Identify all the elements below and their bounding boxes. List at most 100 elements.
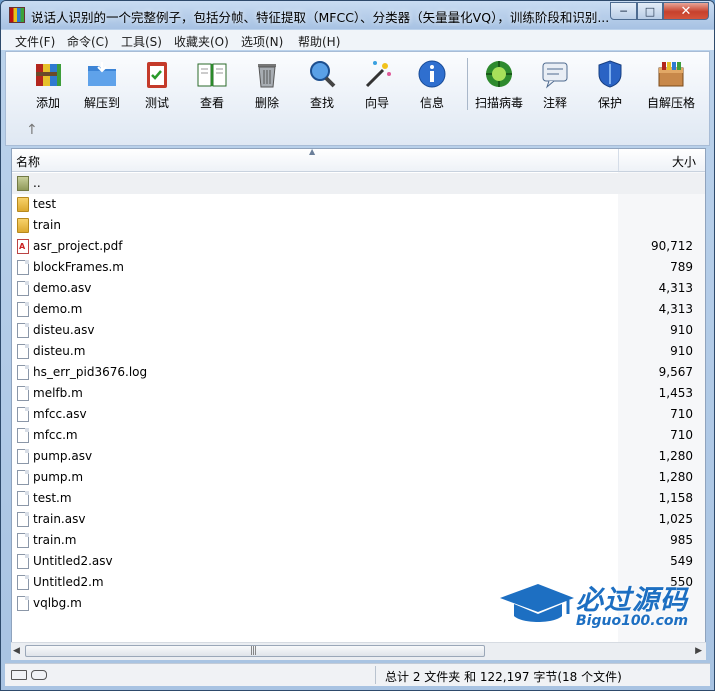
- list-item-file[interactable]: Untitled2.asv 549: [12, 551, 705, 572]
- sfx-box-icon: [658, 62, 684, 87]
- toolbar: 添加 解压到 测试 查看 删除 查找 向导 信息 扫描病毒 注释 保护 自解压格…: [5, 51, 710, 146]
- toolbar-separator: [467, 58, 468, 110]
- winrar-app-icon[interactable]: [9, 7, 25, 23]
- minimize-button[interactable]: ─: [610, 2, 637, 20]
- list-item-file[interactable]: demo.m 4,313: [12, 299, 705, 320]
- status-text: 总计 2 文件夹 和 122,197 字节(18 个文件): [385, 670, 622, 684]
- menu-file[interactable]: 文件(F): [15, 33, 55, 50]
- trash-icon: [258, 64, 276, 88]
- file-icon: [17, 260, 29, 275]
- sfx-button[interactable]: 自解压格: [639, 56, 703, 114]
- file-icon: [17, 428, 29, 443]
- up-folder-arrow-icon[interactable]: ↑: [26, 122, 38, 138]
- list-item-parent[interactable]: ..: [12, 173, 705, 194]
- graduation-cap-icon: [500, 584, 574, 622]
- wizard-button[interactable]: 向导: [349, 56, 405, 114]
- watermark-title: 必过源码: [576, 585, 688, 616]
- clipboard-check-icon: [147, 62, 167, 88]
- column-header-row: 名称 ▲ 大小: [12, 149, 705, 172]
- file-icon: [17, 323, 29, 338]
- add-archive-icon: [36, 64, 61, 86]
- menu-tools[interactable]: 工具(S): [121, 33, 162, 50]
- file-icon: [17, 575, 29, 590]
- file-icon: [17, 512, 29, 527]
- list-item-folder[interactable]: train: [12, 215, 705, 236]
- title-bar: 说话人识别的一个完整例子，包括分帧、特征提取（MFCC）、分类器（矢量量化VQ）…: [1, 1, 714, 29]
- file-icon: [17, 365, 29, 380]
- info-icon: [418, 60, 446, 88]
- status-bar: 总计 2 文件夹 和 122,197 字节(18 个文件): [5, 663, 710, 686]
- magnifier-icon: [310, 61, 336, 88]
- sort-ascending-icon: ▲: [309, 148, 316, 156]
- column-name-header[interactable]: 名称: [16, 153, 40, 170]
- shield-icon: [598, 60, 622, 88]
- list-item-file[interactable]: pump.m 1,280: [12, 467, 705, 488]
- info-button[interactable]: 信息: [404, 56, 460, 114]
- list-item-file[interactable]: hs_err_pid3676.log 9,567: [12, 362, 705, 383]
- file-icon: [17, 281, 29, 296]
- view-button[interactable]: 查看: [184, 56, 240, 114]
- menu-commands[interactable]: 命令(C): [67, 33, 109, 50]
- file-icon: [17, 407, 29, 422]
- close-button[interactable]: ✕: [663, 2, 709, 20]
- comment-icon: [542, 62, 568, 89]
- list-item-file[interactable]: A asr_project.pdf 90,712: [12, 236, 705, 257]
- folder-icon: [17, 197, 29, 212]
- key-icon[interactable]: [31, 670, 47, 680]
- file-icon: [17, 596, 29, 611]
- add-button[interactable]: 添加: [20, 56, 76, 114]
- open-book-icon: [197, 63, 227, 87]
- list-item-file[interactable]: test.m 1,158: [12, 488, 705, 509]
- parent-folder-icon: [17, 176, 29, 191]
- list-item-file[interactable]: disteu.m 910: [12, 341, 705, 362]
- menu-help[interactable]: 帮助(H): [298, 33, 340, 50]
- comment-button[interactable]: 注释: [527, 56, 583, 114]
- folder-extract-icon: [88, 62, 116, 86]
- scroll-left-arrow-icon[interactable]: ◀: [13, 646, 20, 656]
- pdf-file-icon: A: [17, 239, 29, 254]
- list-item-file[interactable]: train.asv 1,025: [12, 509, 705, 530]
- protect-button[interactable]: 保护: [582, 56, 638, 114]
- watermark-logo: 必过源码 Biguo100.com: [496, 576, 706, 636]
- file-icon: [17, 554, 29, 569]
- menu-favorites[interactable]: 收藏夹(O): [174, 33, 229, 50]
- maximize-button[interactable]: □: [637, 2, 663, 20]
- test-button[interactable]: 测试: [129, 56, 185, 114]
- file-icon: [17, 449, 29, 464]
- watermark-subtitle: Biguo100.com: [576, 613, 689, 629]
- status-separator: [375, 666, 376, 684]
- file-icon: [17, 386, 29, 401]
- window-title: 说话人识别的一个完整例子，包括分帧、特征提取（MFCC）、分类器（矢量量化VQ）…: [31, 10, 610, 25]
- list-item-file[interactable]: mfcc.asv 710: [12, 404, 705, 425]
- horizontal-scrollbar[interactable]: ◀ ||| ▶: [11, 642, 706, 660]
- list-item-file[interactable]: disteu.asv 910: [12, 320, 705, 341]
- file-icon: [17, 470, 29, 485]
- grip-icon: |||: [250, 646, 257, 656]
- extract-to-button[interactable]: 解压到: [74, 56, 130, 114]
- file-icon: [17, 491, 29, 506]
- menu-options[interactable]: 选项(N): [241, 33, 283, 50]
- list-item-file[interactable]: mfcc.m 710: [12, 425, 705, 446]
- status-icons: [11, 669, 47, 683]
- drive-icon[interactable]: [11, 670, 27, 680]
- column-size-header[interactable]: 大小: [618, 149, 705, 171]
- winrar-window: 说话人识别的一个完整例子，包括分帧、特征提取（MFCC）、分类器（矢量量化VQ）…: [0, 0, 715, 691]
- find-button[interactable]: 查找: [294, 56, 350, 114]
- list-item-file[interactable]: blockFrames.m 789: [12, 257, 705, 278]
- list-item-file[interactable]: train.m 985: [12, 530, 705, 551]
- list-item-file[interactable]: pump.asv 1,280: [12, 446, 705, 467]
- file-icon: [17, 344, 29, 359]
- scroll-right-arrow-icon[interactable]: ▶: [695, 646, 702, 656]
- scrollbar-thumb[interactable]: |||: [25, 645, 485, 657]
- delete-button[interactable]: 删除: [239, 56, 295, 114]
- menu-bar: 文件(F) 命令(C) 工具(S) 收藏夹(O) 选项(N) 帮助(H): [1, 30, 714, 50]
- folder-icon: [17, 218, 29, 233]
- magic-wand-icon: [365, 61, 391, 88]
- file-icon: [17, 533, 29, 548]
- file-icon: [17, 302, 29, 317]
- list-item-file[interactable]: melfb.m 1,453: [12, 383, 705, 404]
- virus-scan-button[interactable]: 扫描病毒: [469, 56, 529, 114]
- list-item-file[interactable]: demo.asv 4,313: [12, 278, 705, 299]
- list-item-folder[interactable]: test: [12, 194, 705, 215]
- virus-scan-icon: [486, 61, 512, 87]
